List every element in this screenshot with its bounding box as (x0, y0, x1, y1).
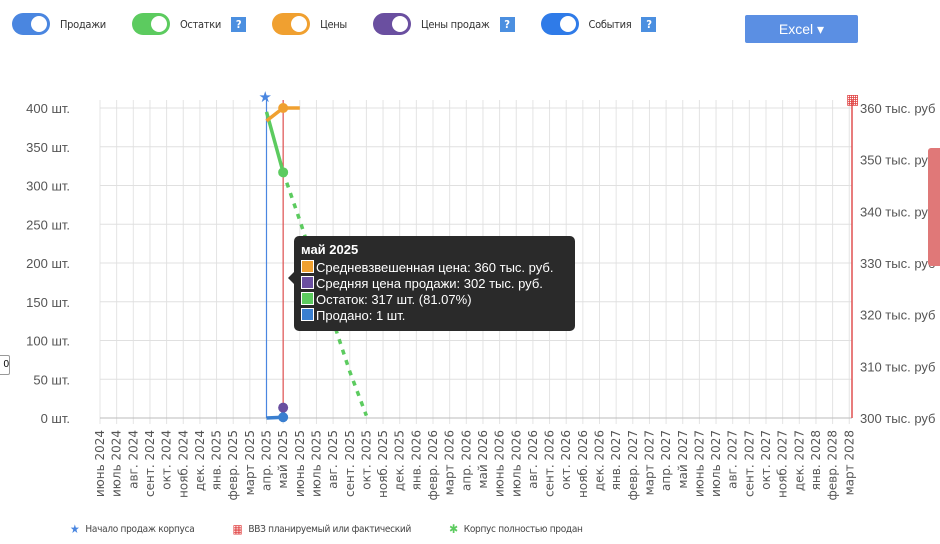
side-handle[interactable]: 0 (0, 355, 10, 375)
x-tick-label: июль 2025 (309, 430, 323, 497)
x-tick-label: нояб. 2027 (776, 430, 790, 498)
tooltip-row: Средняя цена продажи: 302 тыс. руб. (301, 276, 568, 292)
x-tick-label: июнь 2027 (692, 430, 706, 497)
series-swatch (301, 260, 314, 273)
x-tick-label: июль 2024 (110, 430, 124, 497)
building-icon: ▦ (232, 522, 243, 536)
left-tick-label: 300 шт. (26, 179, 70, 194)
x-tick-label: июнь 2026 (493, 430, 507, 497)
x-tick-label: сент. 2025 (343, 430, 357, 497)
x-tick-label: февр. 2026 (426, 430, 440, 501)
legend-sold-out: ✱ Корпус полностью продан (449, 522, 583, 536)
series-swatch (301, 276, 314, 289)
right-tick-label: 300 тыс. руб (860, 411, 936, 426)
tooltip-row: Средневзвешенная цена: 360 тыс. руб. (301, 260, 568, 276)
side-panel-tab[interactable] (928, 148, 940, 266)
left-tick-label: 400 шт. (26, 101, 70, 116)
left-tick-label: 250 шт. (26, 217, 70, 232)
x-tick-label: апр. 2025 (260, 430, 274, 491)
x-tick-label: май 2027 (676, 430, 690, 489)
x-tick-label: авг. 2027 (726, 430, 740, 489)
x-tick-label: июль 2027 (709, 430, 723, 497)
x-tick-label: нояб. 2024 (176, 430, 190, 498)
x-tick-label: февр. 2025 (226, 430, 240, 501)
star-icon: ★ (259, 89, 272, 106)
x-tick-label: июнь 2024 (93, 430, 107, 497)
legend-commissioning: ▦ ВВЗ планируемый или фактический (232, 522, 411, 536)
x-tick-label: янв. 2026 (409, 430, 423, 490)
x-tick-label: нояб. 2025 (376, 430, 390, 498)
x-tick-label: дек. 2024 (193, 430, 207, 491)
tooltip-row: Остаток: 317 шт. (81.07%) (301, 292, 568, 308)
star-icon: ★ (70, 522, 80, 536)
data-point-sale_price[interactable] (278, 402, 289, 413)
tooltip: май 2025 Средневзвешенная цена: 360 тыс.… (288, 236, 575, 331)
x-tick-label: дек. 2027 (792, 430, 806, 491)
events-legend: ★ Начало продаж корпуса ▦ ВВЗ планируемый … (70, 522, 621, 536)
x-tick-label: окт. 2025 (359, 430, 373, 490)
x-tick-label: сент. 2027 (742, 430, 756, 497)
building-icon: ▦ (846, 91, 859, 107)
right-tick-label: 320 тыс. руб (860, 308, 936, 323)
x-tick-label: дек. 2025 (393, 430, 407, 491)
tooltip-title: май 2025 (301, 242, 359, 257)
x-tick-label: окт. 2024 (160, 430, 174, 490)
legend-sales-start: ★ Начало продаж корпуса (70, 522, 195, 536)
left-tick-label: 50 шт. (33, 372, 70, 387)
right-tick-label: 350 тыс. руб (860, 153, 936, 168)
x-tick-label: май 2025 (276, 430, 290, 489)
x-tick-label: янв. 2027 (609, 430, 623, 490)
x-tick-label: март 2028 (842, 430, 856, 495)
x-tick-label: июнь 2025 (293, 430, 307, 497)
left-tick-label: 200 шт. (26, 256, 70, 271)
tooltip-row: Продано: 1 шт. (301, 308, 568, 324)
x-tick-label: сент. 2024 (143, 430, 157, 497)
x-tick-label: авг. 2025 (326, 430, 340, 489)
right-tick-label: 340 тыс. руб (860, 204, 936, 219)
x-tick-label: дек. 2026 (593, 430, 607, 491)
left-tick-label: 150 шт. (26, 295, 70, 310)
x-tick-label: март 2026 (443, 430, 457, 495)
right-tick-label: 330 тыс. руб (860, 256, 936, 271)
data-point-avg_price[interactable] (278, 103, 289, 113)
x-tick-label: авг. 2026 (526, 430, 540, 489)
series-swatch (301, 292, 314, 305)
sold-out-icon: ✱ (449, 522, 458, 536)
x-tick-label: март 2025 (243, 430, 257, 495)
x-tick-label: янв. 2028 (809, 430, 823, 490)
left-tick-label: 0 шт. (41, 411, 70, 426)
left-tick-label: 100 шт. (26, 334, 70, 349)
x-tick-label: авг. 2024 (126, 430, 140, 489)
series-swatch (301, 308, 314, 321)
x-tick-label: нояб. 2026 (576, 430, 590, 498)
x-tick-label: май 2026 (476, 430, 490, 489)
x-tick-label: окт. 2026 (559, 430, 573, 490)
x-tick-label: янв. 2025 (210, 430, 224, 490)
x-tick-label: март 2027 (642, 430, 656, 495)
x-tick-label: апр. 2027 (659, 430, 673, 491)
x-tick-label: февр. 2027 (626, 430, 640, 501)
x-tick-label: июль 2026 (509, 430, 523, 497)
data-point-sold[interactable] (278, 412, 289, 423)
x-tick-label: апр. 2026 (459, 430, 473, 491)
x-tick-label: февр. 2028 (826, 430, 840, 501)
right-tick-label: 360 тыс. руб (860, 101, 936, 116)
x-tick-label: сент. 2026 (543, 430, 557, 497)
x-tick-label: окт. 2027 (759, 430, 773, 490)
right-tick-label: 310 тыс. руб (860, 359, 936, 374)
left-tick-label: 350 шт. (26, 140, 70, 155)
